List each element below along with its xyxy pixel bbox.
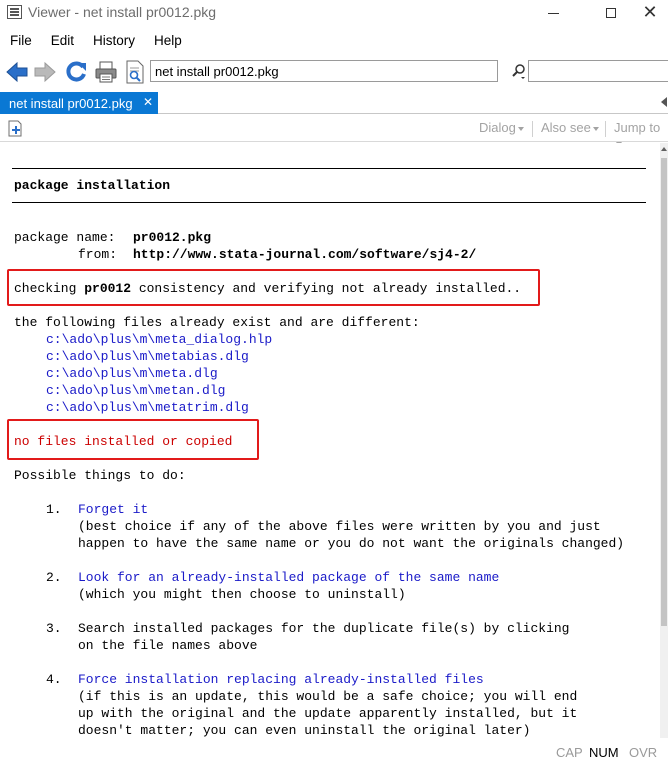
tab-close-icon[interactable]: ✕ — [143, 95, 153, 109]
file-link[interactable]: c:\ado\plus\m\metan.dlg — [46, 382, 225, 399]
search-icon — [512, 64, 525, 79]
option-description: up with the original and the update appa… — [78, 706, 578, 721]
scrollbar-thumb[interactable] — [661, 158, 667, 626]
maximize-icon — [606, 8, 616, 18]
rule-bottom — [12, 202, 646, 203]
status-cap: CAP — [556, 745, 583, 760]
menu-bar: File Edit History Help — [0, 29, 668, 51]
option-description: (which you might then choose to uninstal… — [78, 587, 406, 602]
jump-to-label: Jump to — [614, 120, 661, 135]
package-name-value: pr0012.pkg — [133, 230, 212, 245]
option-description: happen to have the same name or you do n… — [78, 536, 625, 551]
option-text: Search installed packages for the duplic… — [78, 621, 570, 636]
package-name-label: package name: — [14, 230, 116, 245]
scroll-up-icon[interactable] — [660, 143, 668, 155]
forward-arrow-icon — [34, 61, 56, 83]
command-address-input[interactable] — [150, 60, 498, 82]
toolbar-divider — [605, 121, 606, 137]
find-in-page-icon — [126, 60, 144, 84]
file-link[interactable]: c:\ado\plus\m\metabias.dlg — [46, 348, 249, 365]
forget-it-link[interactable]: Forget it — [78, 501, 148, 518]
highlight-box-checking — [7, 269, 540, 306]
status-num: NUM — [589, 745, 619, 760]
section-heading: package installation — [14, 178, 171, 193]
from-url: http://www.stata-journal.com/software/sj… — [133, 247, 477, 262]
dialog-caret-icon — [517, 126, 524, 131]
also-see-label: Also see — [541, 120, 591, 135]
option-description: (best choice if any of the above files w… — [78, 519, 601, 534]
also-see-dropdown[interactable]: Also see — [541, 120, 599, 135]
new-viewer-icon — [8, 120, 22, 137]
option-number: 1. — [46, 502, 62, 517]
search-input[interactable] — [528, 60, 668, 82]
menu-edit[interactable]: Edit — [41, 33, 83, 48]
dialog-dropdown[interactable]: Dialog — [479, 120, 524, 135]
option-number: 2. — [46, 570, 62, 585]
title-bar: Viewer - net install pr0012.pkg ✕ — [0, 0, 668, 26]
tab-net-install[interactable]: net install pr0012.pkg ✕ — [0, 92, 158, 114]
window-title: Viewer - net install pr0012.pkg — [28, 4, 217, 20]
also-see-caret-icon — [592, 126, 599, 131]
tab-scroll-left-icon[interactable] — [661, 97, 667, 107]
menu-help[interactable]: Help — [144, 33, 191, 48]
refresh-icon — [66, 61, 86, 82]
print-button[interactable] — [93, 59, 119, 85]
option-description: (if this is an update, this would be a s… — [78, 689, 578, 704]
minimize-icon — [547, 12, 559, 14]
file-link[interactable]: c:\ado\plus\m\metatrim.dlg — [46, 399, 249, 416]
rule-top — [12, 168, 646, 169]
refresh-button[interactable] — [63, 59, 89, 85]
option-description: on the file names above — [78, 638, 258, 653]
find-in-page-button[interactable] — [122, 59, 148, 85]
option-number: 4. — [46, 672, 62, 687]
file-link[interactable]: c:\ado\plus\m\meta_dialog.hlp — [46, 331, 272, 348]
print-icon — [95, 61, 117, 83]
files-exist-line: the following files already exist and ar… — [14, 315, 420, 330]
dialog-label: Dialog — [479, 120, 516, 135]
tab-label: net install pr0012.pkg — [9, 95, 133, 111]
viewer-toolbar: Dialog Also see Jump to — [0, 116, 668, 146]
from-label: from: — [78, 247, 118, 262]
look-for-package-link[interactable]: Look for an already-installed package of… — [78, 569, 499, 586]
viewer-content: package installation package name: pr001… — [0, 143, 660, 738]
menu-history[interactable]: History — [83, 33, 144, 48]
viewer-app-icon — [7, 5, 22, 19]
status-bar: CAP NUM OVR — [0, 740, 668, 762]
maximize-button[interactable] — [588, 0, 634, 26]
back-arrow-icon — [6, 61, 28, 83]
possible-heading: Possible things to do: — [14, 468, 186, 483]
force-installation-link[interactable]: Force installation replacing already-ins… — [78, 671, 484, 688]
status-ovr: OVR — [629, 745, 658, 760]
file-link[interactable]: c:\ado\plus\m\meta.dlg — [46, 365, 218, 382]
option-number: 3. — [46, 621, 62, 636]
search-button[interactable] — [511, 62, 527, 80]
minimize-button[interactable] — [530, 0, 576, 26]
back-button[interactable] — [4, 59, 30, 85]
forward-button[interactable] — [32, 59, 58, 85]
new-viewer-button[interactable] — [8, 120, 24, 137]
option-description: doesn't matter; you can even uninstall t… — [78, 723, 531, 738]
close-window-button[interactable]: ✕ — [632, 0, 668, 26]
toolbar-divider — [532, 121, 533, 137]
highlight-box-no-files — [7, 419, 259, 460]
tab-strip: net install pr0012.pkg ✕ — [0, 91, 668, 114]
close-icon: ✕ — [642, 2, 658, 23]
menu-file[interactable]: File — [0, 33, 41, 48]
